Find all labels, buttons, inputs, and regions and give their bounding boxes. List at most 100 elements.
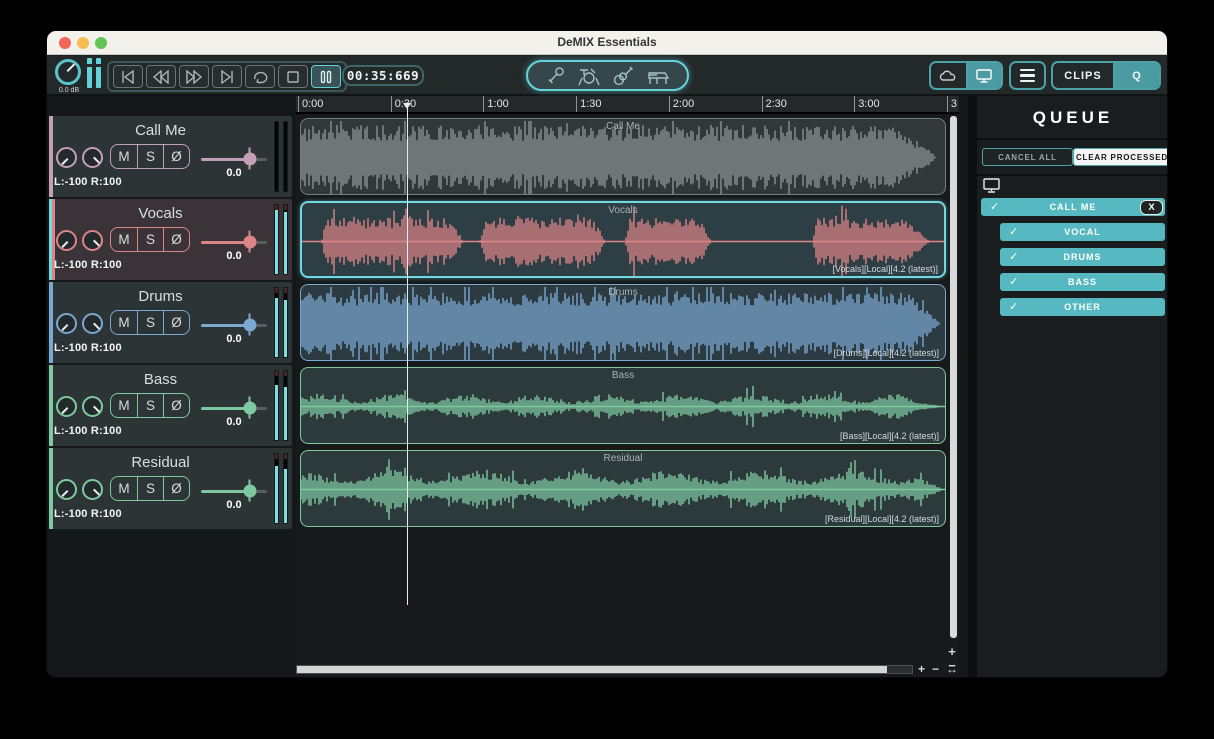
clips-tab-label: CLIPS bbox=[1064, 69, 1102, 82]
horizontal-zoom-in-button[interactable]: + bbox=[918, 662, 925, 676]
track-name: Vocals bbox=[138, 205, 183, 222]
audio-clip[interactable]: Vocals [Vocals][Local][4.2 (latest)] bbox=[300, 201, 946, 278]
volume-slider[interactable] bbox=[201, 230, 267, 253]
skip-end-button[interactable] bbox=[212, 65, 242, 88]
fast-forward-icon bbox=[186, 69, 203, 84]
phase-button[interactable]: Ø bbox=[163, 145, 189, 168]
vertical-zoom-in-button[interactable]: + bbox=[945, 644, 959, 659]
pan-right-knob[interactable] bbox=[82, 313, 103, 334]
pause-button[interactable] bbox=[311, 65, 341, 88]
clip-title: Residual bbox=[603, 453, 643, 464]
clips-tab[interactable]: CLIPS bbox=[1053, 63, 1113, 88]
track-name: Call Me bbox=[135, 122, 186, 139]
cancel-all-button[interactable]: CANCEL ALL bbox=[982, 148, 1073, 166]
pan-range-label: L:-100 R:100 bbox=[54, 342, 122, 354]
track-level-meter bbox=[274, 287, 288, 358]
solo-button[interactable]: S bbox=[137, 145, 163, 168]
loop-button[interactable] bbox=[245, 65, 275, 88]
mute-button[interactable]: M bbox=[111, 477, 137, 500]
playhead[interactable] bbox=[403, 103, 411, 605]
track-header[interactable]: Residual M S Ø L:-100 R:100 0.0 bbox=[49, 448, 292, 529]
close-icon[interactable]: X bbox=[1140, 199, 1163, 215]
pan-right-knob[interactable] bbox=[82, 396, 103, 417]
time-display: 00:35:669 bbox=[342, 65, 424, 86]
horizontal-scrollbar[interactable] bbox=[296, 665, 913, 674]
queue-item[interactable]: ✓ BASS bbox=[1000, 273, 1165, 291]
cloud-source-button[interactable] bbox=[931, 63, 966, 88]
track-name: Drums bbox=[138, 288, 183, 305]
time-display-value: 00:35:669 bbox=[346, 68, 420, 83]
horizontal-scrollbar-thumb[interactable] bbox=[297, 666, 887, 673]
track-header[interactable]: Drums M S Ø L:-100 R:100 0.0 bbox=[49, 282, 292, 363]
volume-slider[interactable] bbox=[201, 147, 267, 170]
skip-start-icon bbox=[122, 69, 134, 84]
audio-clip[interactable]: Residual [Residual][Local][4.2 (latest)] bbox=[300, 450, 946, 527]
solo-button[interactable]: S bbox=[137, 228, 163, 251]
guitar-icon bbox=[613, 66, 633, 85]
pan-left-knob[interactable] bbox=[56, 147, 77, 168]
time-ruler[interactable]: 0:000:301:001:302:002:303:003 bbox=[296, 96, 959, 114]
app-window: DeMIX Essentials 0.0 dB 00:35:669 CLIPS … bbox=[46, 30, 1168, 678]
track-header[interactable]: Vocals M S Ø L:-100 R:100 0.0 bbox=[49, 199, 292, 280]
volume-slider[interactable] bbox=[201, 396, 267, 419]
pan-left-knob[interactable] bbox=[56, 313, 77, 334]
loop-icon bbox=[253, 71, 267, 84]
pan-right-knob[interactable] bbox=[82, 230, 103, 251]
rewind-button[interactable] bbox=[146, 65, 176, 88]
pan-left-knob[interactable] bbox=[56, 230, 77, 251]
queue-item[interactable]: ✓ VOCAL bbox=[1000, 223, 1165, 241]
audio-clip[interactable]: Call Me bbox=[300, 118, 946, 195]
queue-title: QUEUE bbox=[1032, 108, 1114, 127]
volume-value: 0.0 bbox=[226, 416, 242, 428]
rewind-icon bbox=[152, 69, 169, 84]
mute-button[interactable]: M bbox=[111, 228, 137, 251]
track-header[interactable]: Call Me M S Ø L:-100 R:100 0.0 bbox=[49, 116, 292, 197]
horizontal-zoom-out-button[interactable]: − bbox=[932, 662, 939, 676]
fast-forward-button[interactable] bbox=[179, 65, 209, 88]
pan-right-knob[interactable] bbox=[82, 147, 103, 168]
track-buttons: M S Ø bbox=[110, 144, 190, 169]
phase-button[interactable]: Ø bbox=[163, 477, 189, 500]
pan-right-knob[interactable] bbox=[82, 479, 103, 500]
track-header[interactable]: Bass M S Ø L:-100 R:100 0.0 bbox=[49, 365, 292, 446]
master-gain-knob[interactable] bbox=[55, 59, 81, 85]
queue-item[interactable]: ✓ CALL ME X bbox=[981, 198, 1165, 216]
ruler-tick: 1:00 bbox=[483, 96, 509, 112]
volume-slider[interactable] bbox=[201, 479, 267, 502]
audio-clip[interactable]: Drums [Drums][Local][4.2 (latest)] bbox=[300, 284, 946, 361]
solo-button[interactable]: S bbox=[137, 311, 163, 334]
computer-device-icon bbox=[983, 178, 1000, 193]
queue-item[interactable]: ✓ OTHER bbox=[1000, 298, 1165, 316]
queue-item-label: BASS bbox=[1067, 277, 1097, 287]
computer-source-button[interactable] bbox=[965, 63, 1001, 88]
queue-item[interactable]: ✓ DRUMS bbox=[1000, 248, 1165, 266]
volume-slider[interactable] bbox=[201, 313, 267, 336]
phase-button[interactable]: Ø bbox=[163, 311, 189, 334]
menu-button[interactable] bbox=[1009, 61, 1046, 90]
mute-button[interactable]: M bbox=[111, 394, 137, 417]
clear-processed-button[interactable]: CLEAR PROCESSED bbox=[1073, 148, 1167, 166]
solo-button[interactable]: S bbox=[137, 477, 163, 500]
pan-left-knob[interactable] bbox=[56, 479, 77, 500]
title-bar: DeMIX Essentials bbox=[47, 31, 1167, 55]
phase-button[interactable]: Ø bbox=[163, 228, 189, 251]
pan-left-knob[interactable] bbox=[56, 396, 77, 417]
track-name: Bass bbox=[143, 371, 178, 388]
clip-title: Vocals bbox=[608, 205, 638, 216]
vertical-scrollbar[interactable] bbox=[950, 116, 957, 638]
zoom-fit-button[interactable]: ↔ bbox=[946, 662, 958, 676]
phase-button[interactable]: Ø bbox=[163, 394, 189, 417]
queue-tab[interactable]: Q bbox=[1113, 63, 1159, 88]
stem-instruments-button[interactable] bbox=[526, 60, 689, 91]
clip-version-badge: [Drums][Local][4.2 (latest)] bbox=[833, 348, 939, 358]
stop-button[interactable] bbox=[278, 65, 308, 88]
pan-range-label: L:-100 R:100 bbox=[54, 508, 122, 520]
pan-range-label: L:-100 R:100 bbox=[54, 425, 122, 437]
mute-button[interactable]: M bbox=[111, 311, 137, 334]
solo-button[interactable]: S bbox=[137, 394, 163, 417]
track-level-meter bbox=[274, 204, 288, 275]
mute-button[interactable]: M bbox=[111, 145, 137, 168]
source-toggle bbox=[929, 61, 1003, 90]
audio-clip[interactable]: Bass [Bass][Local][4.2 (latest)] bbox=[300, 367, 946, 444]
skip-start-button[interactable] bbox=[113, 65, 143, 88]
